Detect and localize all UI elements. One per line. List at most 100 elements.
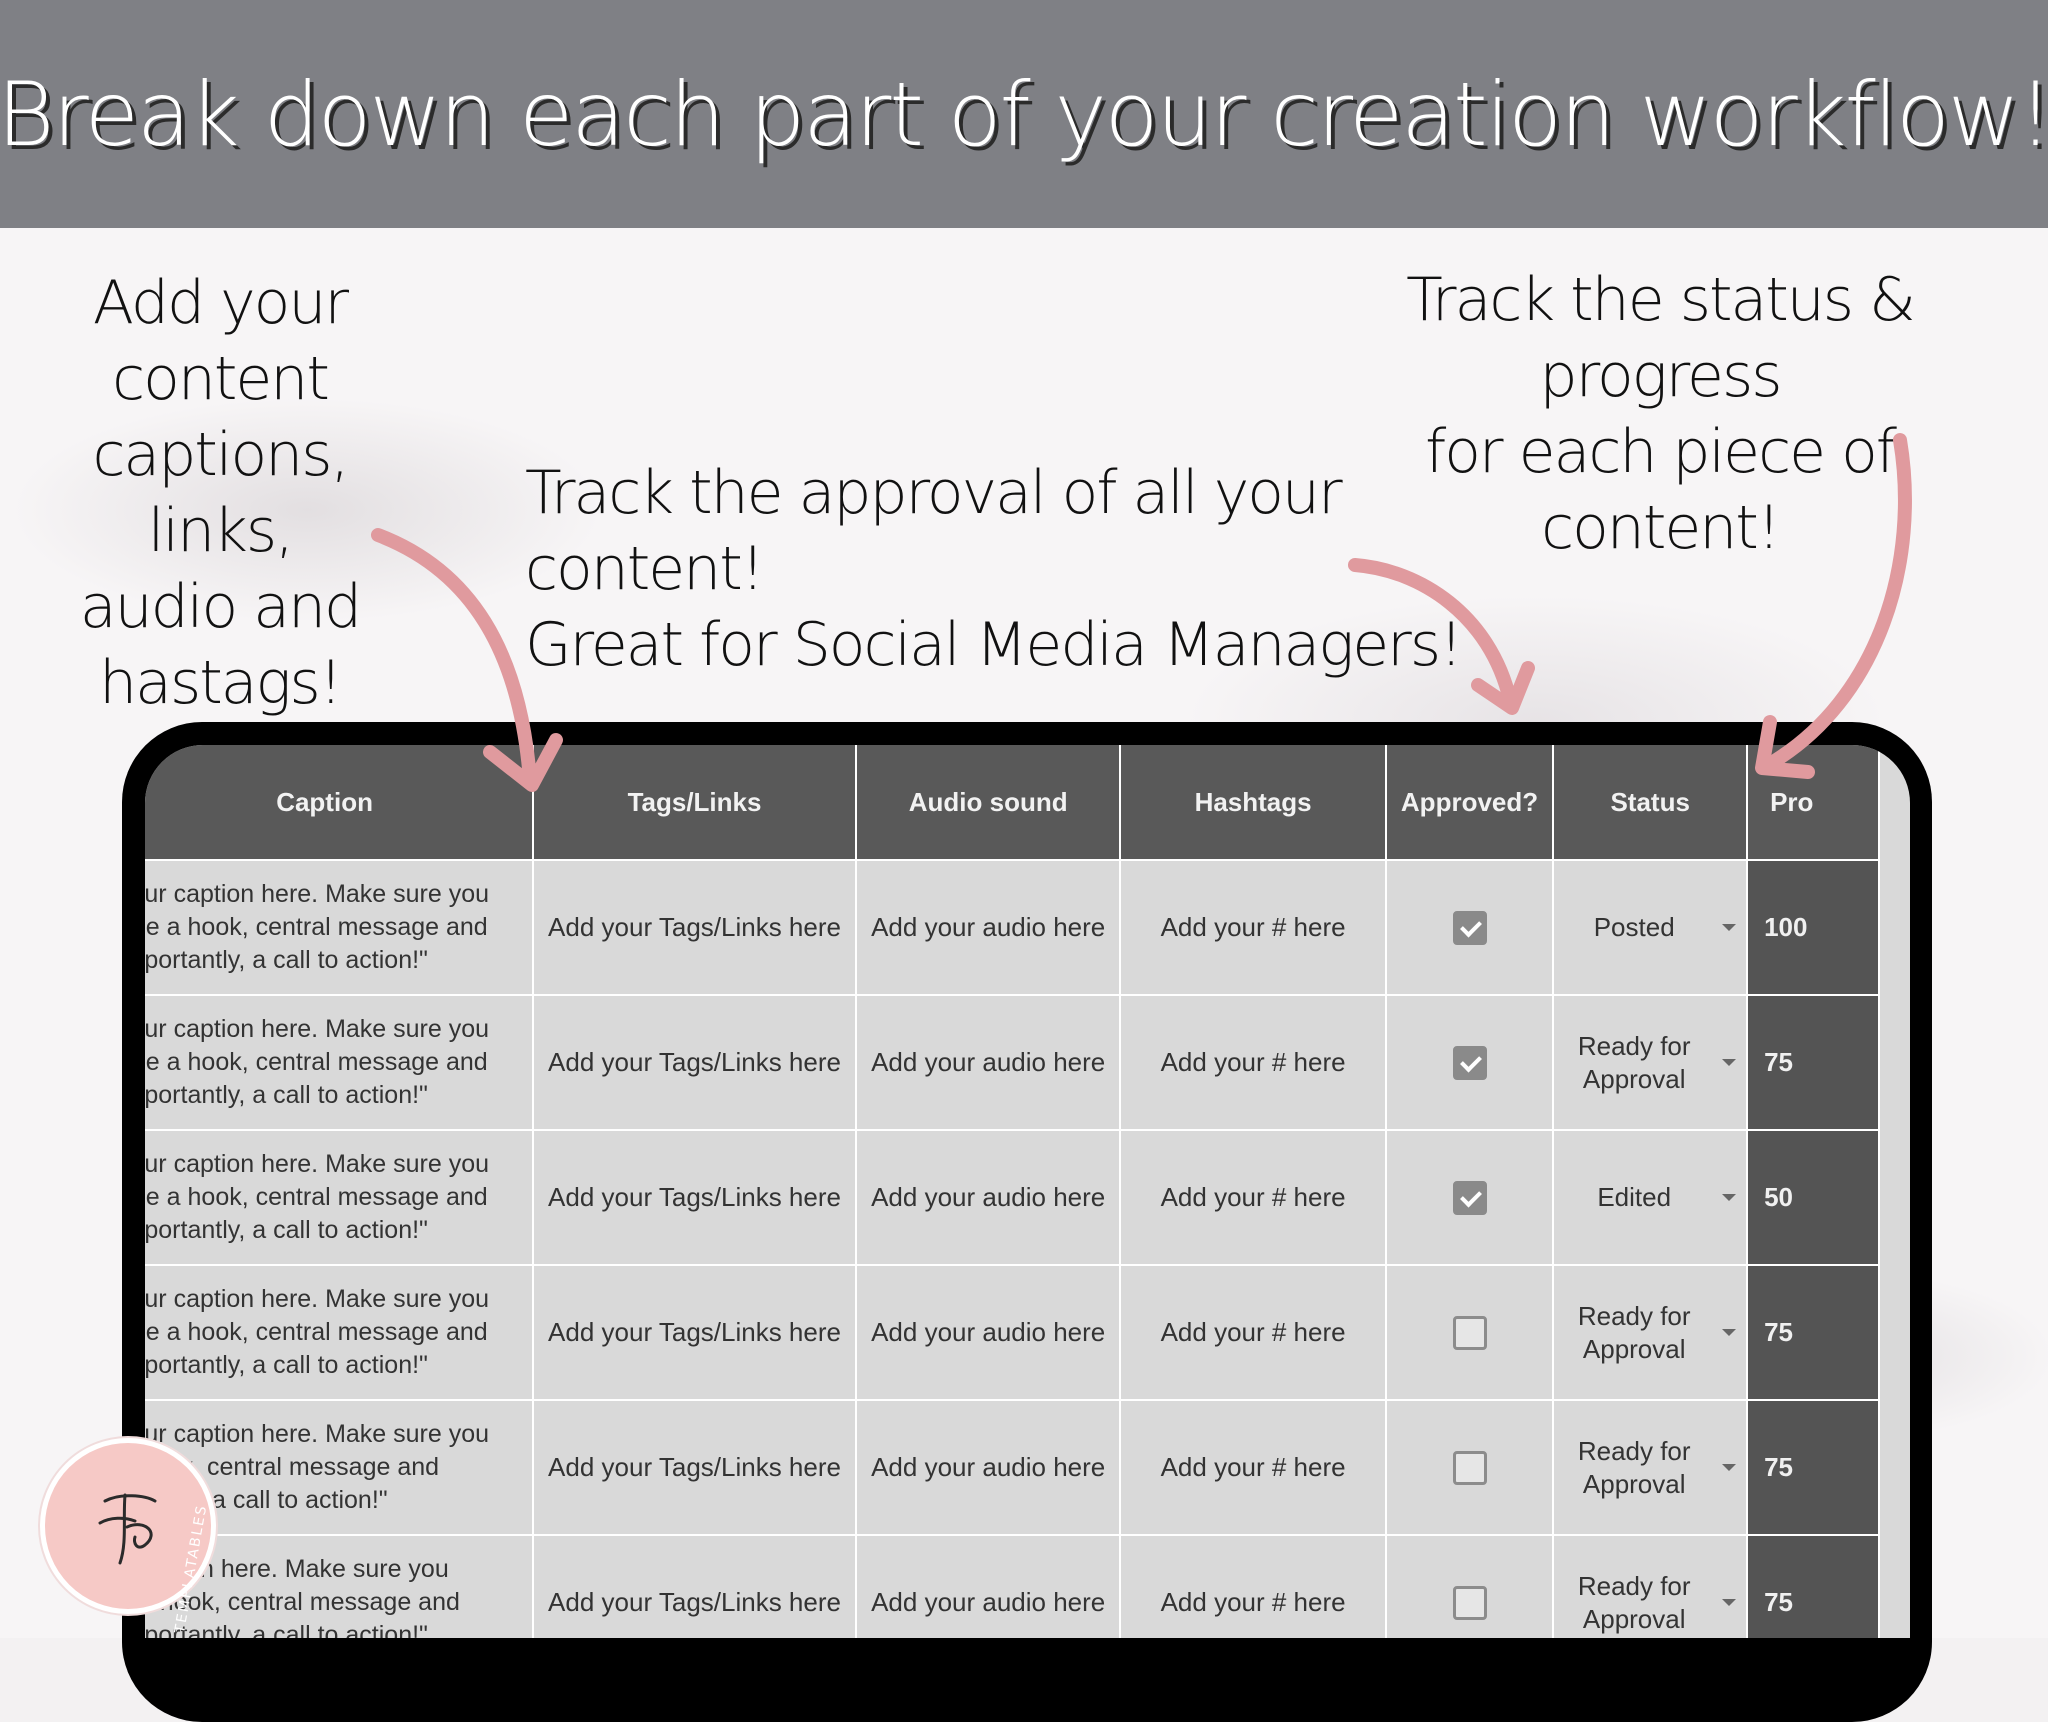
hashtags-cell[interactable]: Add your # here <box>1119 994 1387 1131</box>
note-line: for each piece of content! <box>1425 417 1897 563</box>
chevron-down-icon[interactable] <box>1722 1059 1737 1066</box>
note-line: Great for Social Media Managers! <box>525 610 1463 680</box>
approved-cell <box>1384 1264 1555 1401</box>
caption-line: importantly, a call to action!" <box>145 946 428 974</box>
content-table: Caption Tags/Links Audio sound Hashtags … <box>145 745 1880 1638</box>
note-content-fields: Add your content captions, links, audio … <box>40 265 400 721</box>
approved-cell <box>1384 1534 1555 1638</box>
caption-line: e a hook, central message and <box>145 1588 460 1616</box>
tags-links-cell[interactable]: Add your Tags/Links here <box>532 1264 857 1401</box>
approved-checkbox[interactable] <box>1452 1315 1487 1350</box>
approved-checkbox[interactable] <box>1452 1045 1487 1080</box>
status-dropdown[interactable]: Ready for Approval <box>1552 1264 1749 1401</box>
caption-cell[interactable]: your caption here. Make sure you ude a ho… <box>145 994 535 1131</box>
caption-line: importantly, a call to action!" <box>145 1081 428 1109</box>
banner-title: Break down each part of your creation wo… <box>0 62 2048 166</box>
approved-checkbox[interactable] <box>1452 910 1487 945</box>
caption-line: your caption here. Make sure you <box>145 1285 490 1313</box>
hashtags-cell[interactable]: Add your # here <box>1119 1264 1387 1401</box>
note-line: Track the status & progress <box>1406 265 1916 411</box>
chevron-down-icon[interactable] <box>1722 1599 1737 1606</box>
hashtags-cell[interactable]: Add your # here <box>1119 1534 1387 1638</box>
status-value: Ready for Approval <box>1577 1570 1691 1634</box>
approved-checkbox[interactable] <box>1452 1585 1487 1620</box>
hashtags-cell[interactable]: Add your # here <box>1119 859 1387 996</box>
table-row: r caption here. Make sure you e a hook, c… <box>145 1534 1880 1638</box>
progress-cell: 75 <box>1746 1264 1880 1401</box>
tags-links-cell[interactable]: Add your Tags/Links here <box>532 1534 857 1638</box>
tags-links-cell[interactable]: Add your Tags/Links here <box>532 859 857 996</box>
progress-cell: 50 <box>1746 1129 1880 1266</box>
caption-line: your caption here. Make sure you <box>145 1420 490 1448</box>
progress-cell: 75 <box>1746 1534 1880 1638</box>
status-dropdown[interactable]: Ready for Approval <box>1552 1399 1749 1536</box>
hashtags-cell[interactable]: Add your # here <box>1119 1129 1387 1266</box>
status-dropdown[interactable]: Posted <box>1552 859 1749 996</box>
chevron-down-icon[interactable] <box>1722 924 1737 932</box>
header-banner: Break down each part of your creation wo… <box>0 0 2048 228</box>
approved-checkbox[interactable] <box>1452 1180 1487 1215</box>
logo-monogram-icon <box>98 1493 157 1565</box>
audio-cell[interactable]: Add your audio here <box>854 859 1122 996</box>
audio-cell[interactable]: Add your audio here <box>854 1129 1122 1266</box>
caption-line: your caption here. Make sure you <box>145 1150 490 1178</box>
table-row: your caption here. Make sure you ude a ho… <box>145 994 1880 1131</box>
spreadsheet-screen: Caption Tags/Links Audio sound Hashtags … <box>145 745 1910 1638</box>
header-status[interactable]: Status <box>1552 745 1749 861</box>
caption-cell[interactable]: your caption here. Make sure you ude a ho… <box>145 859 535 996</box>
table-row: your caption here. Make sure you a hook, … <box>145 1399 1880 1536</box>
note-line: content <box>112 344 330 414</box>
chevron-down-icon[interactable] <box>1722 1194 1737 1202</box>
caption-line: importantly, a call to action!" <box>145 1351 428 1379</box>
progress-cell: 75 <box>1746 994 1880 1131</box>
approved-cell <box>1384 1399 1555 1536</box>
caption-line: ude a hook, central message and <box>145 1183 488 1211</box>
hashtags-cell[interactable]: Add your # here <box>1119 1399 1387 1536</box>
caption-line: importantly, a call to action!" <box>145 1216 428 1244</box>
header-audio-sound[interactable]: Audio sound <box>854 745 1122 861</box>
chevron-down-icon[interactable] <box>1722 1329 1737 1336</box>
progress-cell: 75 <box>1746 1399 1880 1536</box>
note-line: Add your <box>92 268 349 338</box>
status-dropdown[interactable]: Ready for Approval <box>1552 994 1749 1131</box>
caption-cell[interactable]: your caption here. Make sure you ude a ho… <box>145 1264 535 1401</box>
audio-cell[interactable]: Add your audio here <box>854 1399 1122 1536</box>
header-caption[interactable]: Caption <box>145 745 535 861</box>
caption-line: ude a hook, central message and <box>145 913 488 941</box>
status-dropdown[interactable]: Ready for Approval <box>1552 1534 1749 1638</box>
note-line: hastags! <box>99 648 343 718</box>
header-hashtags[interactable]: Hashtags <box>1119 745 1387 861</box>
progress-cell: 100 <box>1746 859 1880 996</box>
status-dropdown[interactable]: Edited <box>1552 1129 1749 1266</box>
caption-line: your caption here. Make sure you <box>145 1015 490 1043</box>
audio-cell[interactable]: Add your audio here <box>854 994 1122 1131</box>
status-value: Ready for Approval <box>1577 1030 1691 1094</box>
brand-logo: TEMPLATABLES <box>40 1438 216 1635</box>
tags-links-cell[interactable]: Add your Tags/Links here <box>532 1399 857 1536</box>
caption-line: your caption here. Make sure you <box>145 880 490 908</box>
note-line: audio and <box>79 572 362 642</box>
table-row: your caption here. Make sure you ude a ho… <box>145 859 1880 996</box>
caption-line: importantly, a call to action!" <box>145 1621 428 1638</box>
approved-cell <box>1384 994 1555 1131</box>
status-value: Edited <box>1597 1182 1672 1213</box>
status-value: Posted <box>1593 912 1675 943</box>
approved-cell <box>1384 1129 1555 1266</box>
tags-links-cell[interactable]: Add your Tags/Links here <box>532 994 857 1131</box>
approved-checkbox[interactable] <box>1452 1450 1487 1485</box>
header-progress[interactable]: Pro <box>1746 745 1880 861</box>
table-header-row: Caption Tags/Links Audio sound Hashtags … <box>145 745 1880 861</box>
table-row: your caption here. Make sure you ude a ho… <box>145 1264 1880 1401</box>
status-value: Ready for Approval <box>1577 1300 1691 1364</box>
chevron-down-icon[interactable] <box>1722 1464 1737 1471</box>
caption-cell[interactable]: your caption here. Make sure you ude a ho… <box>145 1129 535 1266</box>
tags-links-cell[interactable]: Add your Tags/Links here <box>532 1129 857 1266</box>
header-tags-links[interactable]: Tags/Links <box>532 745 857 861</box>
note-status-progress: Track the status & progress for each pie… <box>1310 262 2010 566</box>
approved-cell <box>1384 859 1555 996</box>
caption-line: ude a hook, central message and <box>145 1048 488 1076</box>
caption-line: ude a hook, central message and <box>145 1318 488 1346</box>
header-approved[interactable]: Approved? <box>1384 745 1555 861</box>
audio-cell[interactable]: Add your audio here <box>854 1534 1122 1638</box>
audio-cell[interactable]: Add your audio here <box>854 1264 1122 1401</box>
